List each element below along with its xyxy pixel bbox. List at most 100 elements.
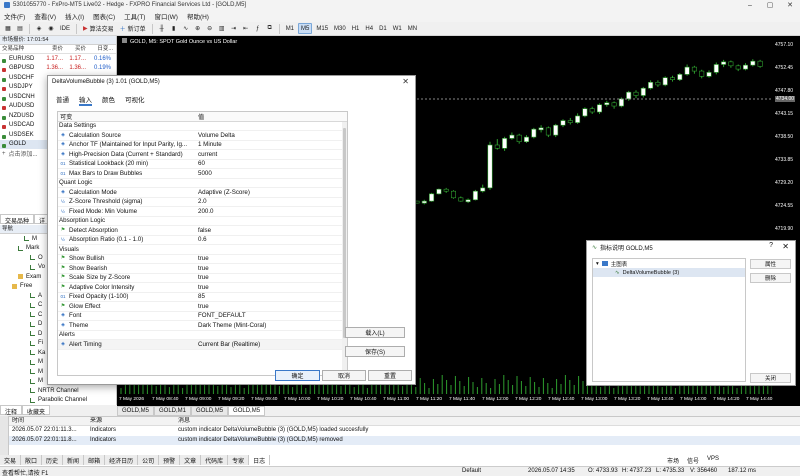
algo-trading-button[interactable]: ▶ 算法交易: [81, 23, 116, 34]
input-value[interactable]: false: [195, 227, 347, 234]
input-value[interactable]: Adaptive (Z-Score): [195, 189, 347, 196]
column-symbol[interactable]: 交易品种: [0, 45, 40, 53]
input-row[interactable]: ◈ Anchor TF (Maintained for Input Parity,…: [58, 141, 347, 150]
input-value[interactable]: Current Bar (Realtime): [195, 341, 347, 348]
market-row[interactable]: EURUSD 1.17... 1.17... 0.16%: [0, 54, 116, 64]
toolbox-tab[interactable]: 专家: [228, 455, 250, 465]
timeframe-m5[interactable]: M5: [298, 23, 313, 34]
reset-button[interactable]: 重置: [368, 370, 412, 381]
input-row[interactable]: ◈ Font FONT_DEFAULT: [58, 312, 347, 321]
toolbox-tab[interactable]: 经济日历: [105, 455, 139, 465]
menu-window[interactable]: 窗口(W): [154, 11, 177, 21]
templates-icon[interactable]: ⧉: [265, 23, 275, 34]
toolbox-tab[interactable]: 公司: [138, 455, 160, 465]
maximize-button[interactable]: ▢: [760, 0, 780, 10]
tab-visualization[interactable]: 可视化: [125, 94, 145, 106]
close-window-button[interactable]: ✕: [780, 0, 800, 10]
chart-shift-icon[interactable]: ⇤: [241, 23, 251, 34]
input-value[interactable]: true: [195, 303, 347, 310]
load-button[interactable]: 载入(L): [345, 327, 405, 338]
candle-chart-icon[interactable]: ▮: [169, 23, 179, 34]
new-chart-icon[interactable]: ▦: [3, 23, 13, 34]
chart-menu-icon[interactable]: [122, 38, 127, 43]
column-source[interactable]: 来源: [90, 417, 178, 425]
input-row[interactable]: ◈ Alert Timing Current Bar (Realtime): [58, 340, 347, 350]
input-value[interactable]: Dark Theme (Mint-Coral): [195, 322, 347, 329]
input-row[interactable]: ⚑ Detect Absorption false: [58, 226, 347, 236]
tree-main-chart[interactable]: ▾ 主图表: [593, 259, 745, 268]
chart-tab[interactable]: GOLD,M5: [191, 406, 229, 416]
market-link[interactable]: 市场: [667, 456, 679, 465]
input-row[interactable]: ◈ High-Precision Data (Current + Standard…: [58, 150, 347, 160]
column-time[interactable]: 时间: [12, 417, 90, 425]
timeframe-h1[interactable]: H1: [350, 23, 362, 34]
input-value[interactable]: 0.6: [195, 236, 347, 243]
toolbox-tab[interactable]: 文章: [180, 455, 202, 465]
input-value[interactable]: 85: [195, 293, 347, 300]
input-row[interactable]: ◈ Calculation Mode Adaptive (Z-Score): [58, 188, 347, 198]
help-icon[interactable]: ?: [769, 242, 773, 249]
line-chart-icon[interactable]: ∿: [181, 23, 191, 34]
tile-windows-icon[interactable]: ▥: [217, 23, 227, 34]
timeframe-d1[interactable]: D1: [377, 23, 389, 34]
menu-tools[interactable]: 工具(T): [124, 11, 145, 21]
chart-tab[interactable]: GOLD,M5: [228, 406, 266, 416]
tab-symbols[interactable]: 交易品种: [0, 214, 35, 225]
bar-chart-icon[interactable]: ╫: [157, 23, 167, 34]
input-value[interactable]: 200.0: [195, 208, 347, 215]
toolbox-tab[interactable]: 交易: [0, 455, 22, 465]
input-row[interactable]: ⚑ Show Bullish true: [58, 255, 347, 264]
toolbox-tab[interactable]: 预警: [159, 455, 181, 465]
cancel-button[interactable]: 取消: [322, 370, 366, 381]
column-ask[interactable]: 买价: [63, 45, 86, 53]
input-row[interactable]: ⚑ Scale Size by Z-Score true: [58, 274, 347, 283]
journal-row[interactable]: ▪2026.05.07 22:01:11.3...Indicatorscusto…: [0, 426, 800, 436]
input-row[interactable]: 01 Statistical Lookback (20 min) 60: [58, 160, 347, 169]
input-value[interactable]: 2.0: [195, 198, 347, 205]
menu-chart[interactable]: 图表(C): [93, 11, 115, 21]
signals-link[interactable]: 信号: [687, 456, 699, 465]
menu-help[interactable]: 帮助(H): [187, 11, 209, 21]
input-value[interactable]: 60: [195, 160, 347, 167]
navigator-icon[interactable]: ◉: [46, 23, 56, 34]
close-button[interactable]: 关闭: [750, 373, 791, 383]
input-row[interactable]: 01 Max Bars to Draw Bubbles 5000: [58, 169, 347, 179]
timeframe-m15[interactable]: M15: [314, 23, 330, 34]
edit-button[interactable]: 属性: [750, 259, 791, 269]
navigator-item[interactable]: Parabolic Channel: [0, 396, 116, 406]
input-value[interactable]: current: [195, 151, 347, 158]
column-message[interactable]: 消息: [178, 417, 678, 425]
menu-insert[interactable]: 插入(I): [65, 11, 84, 21]
input-value[interactable]: true: [195, 274, 347, 281]
new-order-button[interactable]: ＋新订单: [118, 23, 148, 34]
toolbox-tab[interactable]: 邮箱: [84, 455, 106, 465]
input-row[interactable]: ⚑ Adaptive Color Intensity true: [58, 283, 347, 293]
input-row[interactable]: ◈ Theme Dark Theme (Mint-Coral): [58, 321, 347, 331]
input-value[interactable]: true: [195, 265, 347, 272]
timeframe-h4[interactable]: H4: [363, 23, 375, 34]
input-value[interactable]: Volume Delta: [195, 132, 347, 139]
menu-file[interactable]: 文件(F): [4, 11, 25, 21]
tab-colors[interactable]: 颜色: [102, 94, 115, 106]
input-row[interactable]: ½ Fixed Mode: Min Volume 200.0: [58, 207, 347, 217]
navigator-item[interactable]: NRTR Channel: [0, 386, 116, 396]
indicators-icon[interactable]: ƒ: [253, 23, 263, 34]
delete-button[interactable]: 删除: [750, 273, 791, 283]
tree-indicator-item[interactable]: ∿ DeltaVolumeBubble (3): [593, 268, 745, 277]
input-value[interactable]: true: [195, 255, 347, 262]
vps-link[interactable]: VPS: [707, 456, 719, 465]
toolbox-tab[interactable]: 代码库: [201, 455, 229, 465]
ok-button[interactable]: 确定: [275, 370, 320, 381]
timeframe-m30[interactable]: M30: [332, 23, 348, 34]
zoom-out-icon[interactable]: ⊖: [205, 23, 215, 34]
input-row[interactable]: ◈ Calculation Source Volume Delta: [58, 131, 347, 141]
minimize-button[interactable]: –: [740, 0, 760, 10]
timeframe-m1[interactable]: M1: [284, 23, 296, 34]
tab-favorites[interactable]: 收藏夹: [22, 405, 51, 416]
tab-common[interactable]: 普通: [56, 94, 69, 106]
save-button[interactable]: 保存(S): [345, 346, 405, 357]
input-row[interactable]: ½ Z-Score Threshold (sigma) 2.0: [58, 198, 347, 207]
expand-icon[interactable]: ▾: [596, 261, 599, 267]
column-bid[interactable]: 卖价: [40, 45, 63, 53]
chart-tab[interactable]: GOLD,M5: [117, 406, 155, 416]
